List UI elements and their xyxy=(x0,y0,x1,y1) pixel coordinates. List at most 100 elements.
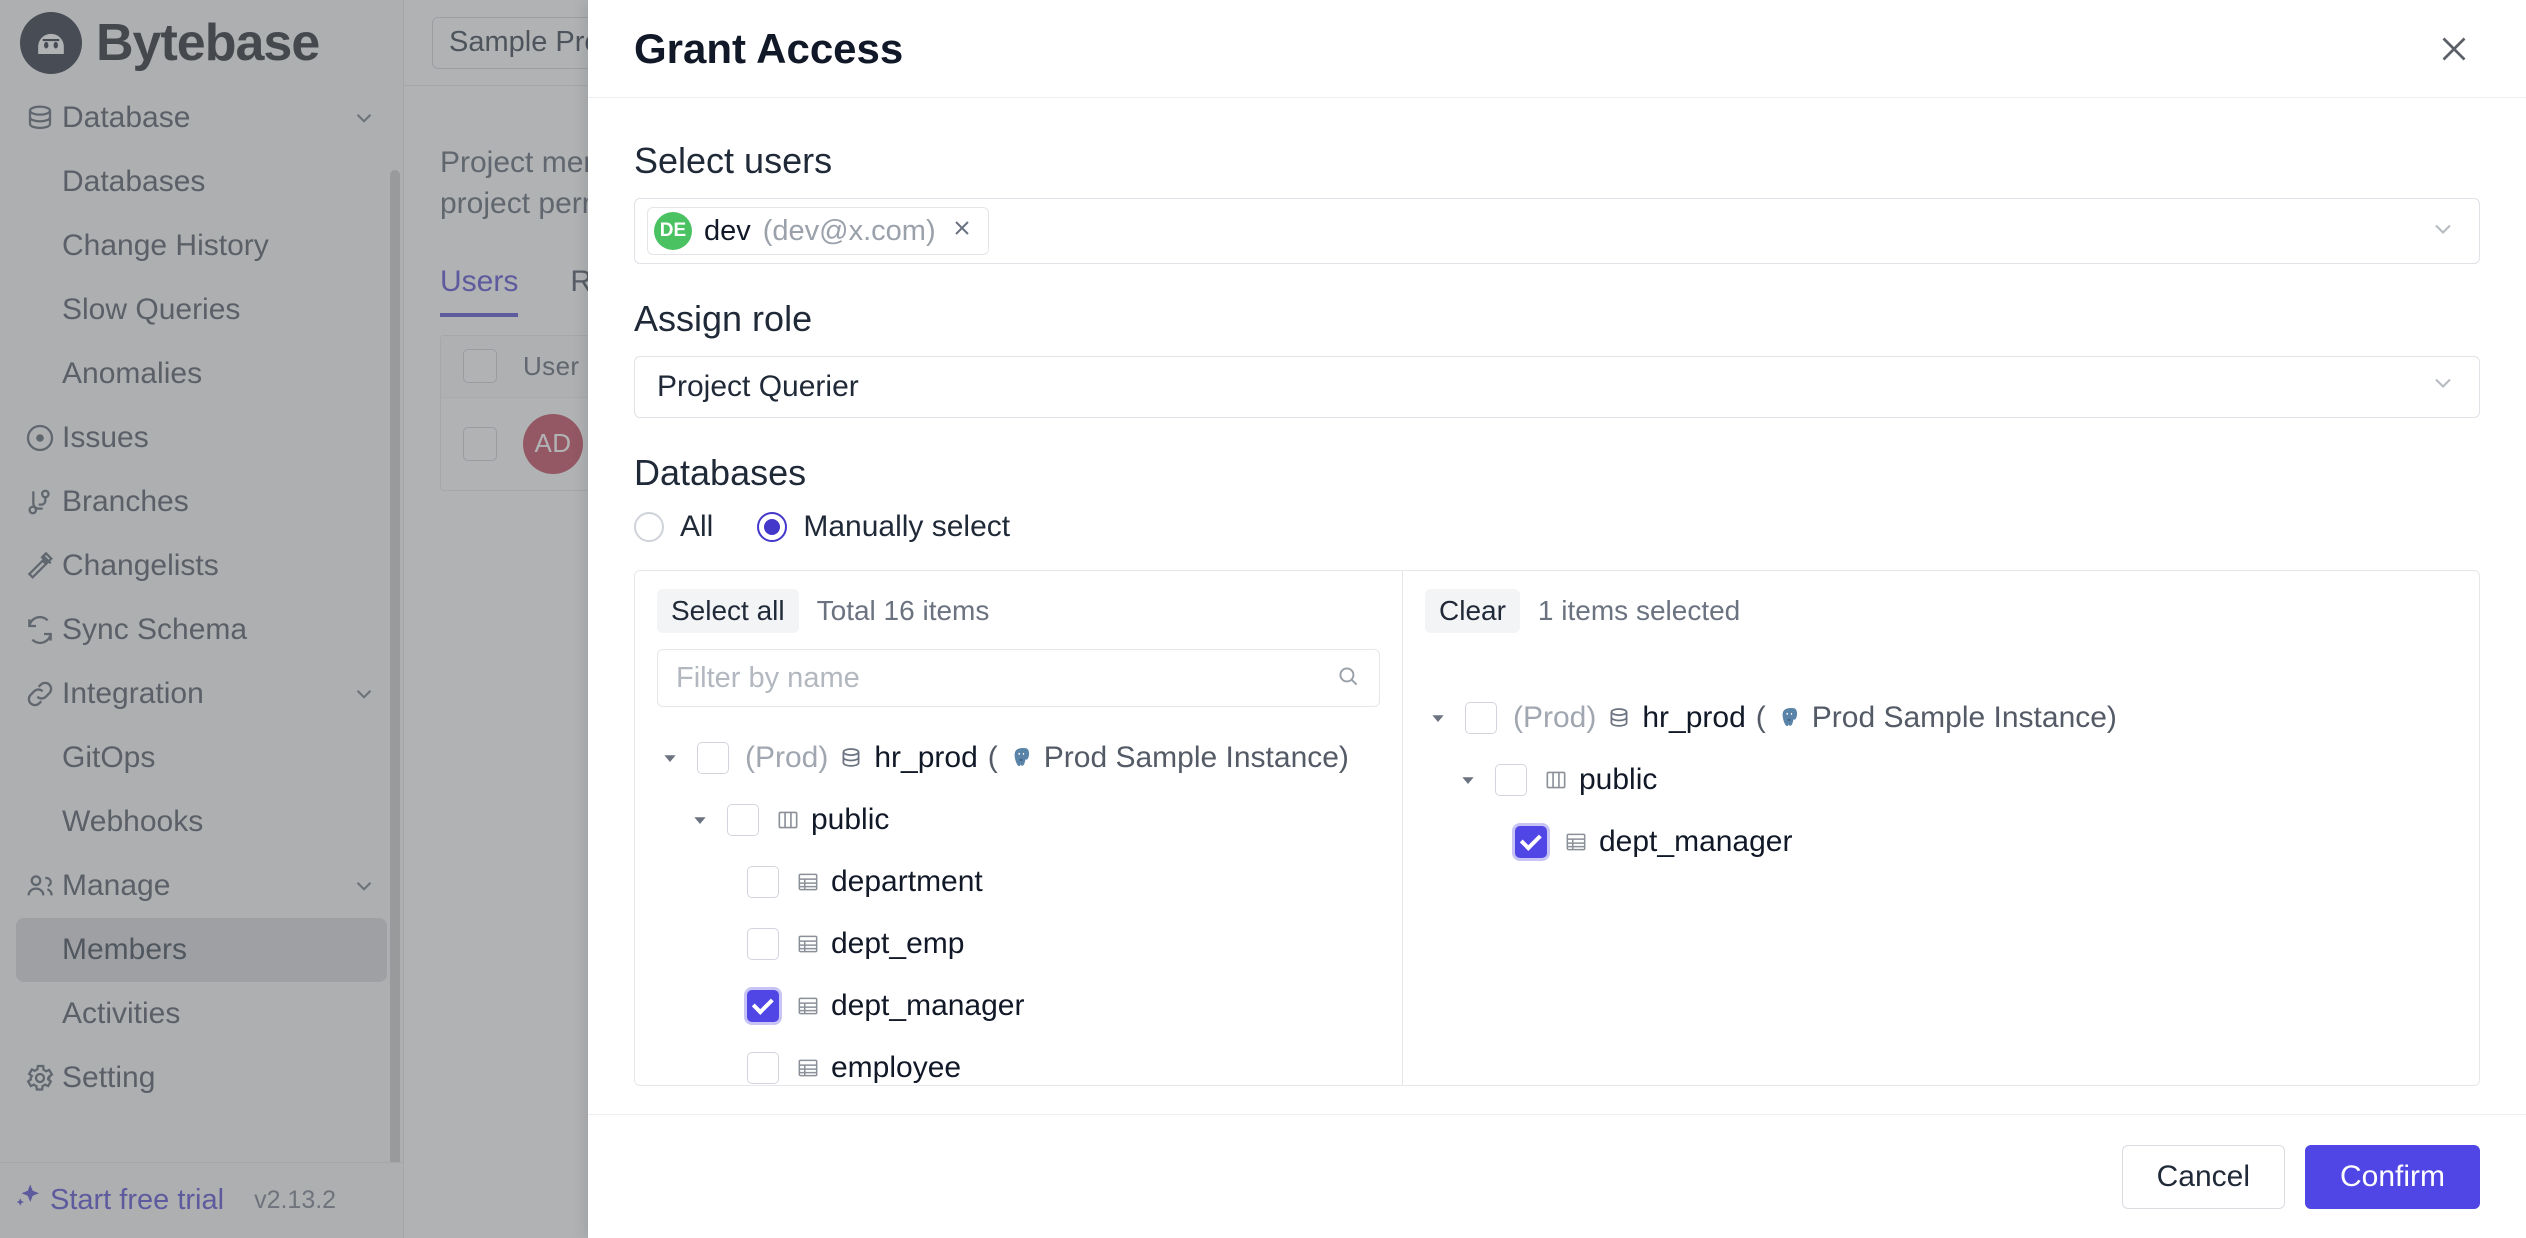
select-all-button[interactable]: Select all xyxy=(657,589,799,633)
radio-label-all: All xyxy=(680,510,713,544)
radio-option-manually-select[interactable]: Manually select xyxy=(757,510,1010,544)
environment-tag: (Prod) xyxy=(1513,701,1596,735)
tree-node-label: public xyxy=(775,803,889,837)
databases-mode-radio-group: All Manually select xyxy=(634,510,2480,544)
target-panel-header: Clear 1 items selected xyxy=(1403,571,2479,643)
tree-checkbox[interactable] xyxy=(1495,764,1527,796)
schema-name: public xyxy=(1579,763,1657,797)
selected-count: 1 items selected xyxy=(1538,595,1740,627)
tree-checkbox[interactable] xyxy=(747,928,779,960)
user-chip-name: dev xyxy=(704,215,751,248)
transfer-target-panel: Clear 1 items selected (Prod) xyxy=(1403,571,2479,1085)
caret-down-icon[interactable] xyxy=(657,749,683,767)
instance-paren-open: ( xyxy=(1756,701,1766,735)
schema-icon xyxy=(1543,767,1569,793)
tree-checkbox[interactable] xyxy=(1465,702,1497,734)
target-tree: (Prod) hr_prod ( xyxy=(1403,643,2479,1085)
table-icon xyxy=(795,993,821,1019)
tree-node-schema[interactable]: public xyxy=(635,789,1402,851)
radio-option-all[interactable]: All xyxy=(634,510,713,544)
database-icon xyxy=(1606,705,1632,731)
chevron-down-icon[interactable] xyxy=(2429,215,2457,248)
radio-label-manually-select: Manually select xyxy=(803,510,1010,544)
page-title: Grant Access xyxy=(634,25,903,73)
schema-name: public xyxy=(811,803,889,837)
tree-checkbox[interactable] xyxy=(747,866,779,898)
database-name: hr_prod xyxy=(1642,701,1745,735)
table-name: dept_emp xyxy=(831,927,964,961)
instance-paren-open: ( xyxy=(988,741,998,775)
table-icon xyxy=(795,931,821,957)
table-name: department xyxy=(831,865,983,899)
postgres-icon xyxy=(1008,745,1034,771)
environment-tag: (Prod) xyxy=(745,741,828,775)
select-users-label: Select users xyxy=(634,140,2480,182)
tree-node-table[interactable]: dept_emp xyxy=(635,913,1402,975)
tree-node-table[interactable]: department xyxy=(635,851,1402,913)
table-name: dept_manager xyxy=(831,989,1024,1023)
tree-node-label: dept_manager xyxy=(795,989,1024,1023)
tree-node-label: department xyxy=(795,865,983,899)
tree-node-table[interactable]: dept_manager xyxy=(1403,811,2479,873)
search-icon xyxy=(1335,663,1361,694)
tree-node-label: dept_manager xyxy=(1563,825,1792,859)
tree-node-label: employee xyxy=(795,1051,961,1085)
source-panel-header: Select all Total 16 items xyxy=(635,571,1402,643)
tree-node-database[interactable]: (Prod) hr_prod ( xyxy=(1403,687,2479,749)
assign-role-label: Assign role xyxy=(634,298,2480,340)
tree-node-label: (Prod) hr_prod ( xyxy=(745,741,1349,775)
drawer-body: Select users DE dev (dev@x.com) Assign r… xyxy=(588,98,2526,1114)
database-name: hr_prod xyxy=(874,741,977,775)
clear-button[interactable]: Clear xyxy=(1425,589,1520,633)
tree-node-database[interactable]: (Prod) hr_prod ( xyxy=(635,727,1402,789)
table-icon xyxy=(1563,829,1589,855)
caret-down-icon[interactable] xyxy=(1455,771,1481,789)
tree-node-label: public xyxy=(1543,763,1657,797)
caret-down-icon[interactable] xyxy=(687,811,713,829)
grant-access-drawer: Grant Access Select users DE dev (dev@x.… xyxy=(588,0,2526,1238)
table-icon xyxy=(795,1055,821,1081)
radio-dot-all xyxy=(634,512,664,542)
assign-role-value: Project Querier xyxy=(657,370,859,404)
tree-checkbox[interactable] xyxy=(697,742,729,774)
assign-role-select[interactable]: Project Querier xyxy=(634,356,2480,418)
source-tree: (Prod) hr_prod ( xyxy=(635,721,1402,1085)
table-name: dept_manager xyxy=(1599,825,1792,859)
user-chip-email: (dev@x.com) xyxy=(763,215,936,248)
chevron-down-icon xyxy=(2429,369,2457,405)
source-total-count: Total 16 items xyxy=(817,595,990,627)
instance-name: Prod Sample Instance) xyxy=(1812,701,2117,735)
close-icon[interactable] xyxy=(950,215,974,247)
select-users-input[interactable]: DE dev (dev@x.com) xyxy=(634,198,2480,264)
filter-input[interactable]: Filter by name xyxy=(657,649,1380,707)
postgres-icon xyxy=(1776,705,1802,731)
filter-input-placeholder: Filter by name xyxy=(676,662,860,695)
tree-node-label: (Prod) hr_prod ( xyxy=(1513,701,2117,735)
drawer-header: Grant Access xyxy=(588,0,2526,98)
database-transfer: Select all Total 16 items Filter by name xyxy=(634,570,2480,1086)
databases-label: Databases xyxy=(634,452,2480,494)
radio-dot-manually-select xyxy=(757,512,787,542)
filter-wrap: Filter by name xyxy=(635,643,1402,721)
tree-checkbox[interactable] xyxy=(747,1052,779,1084)
transfer-source-panel: Select all Total 16 items Filter by name xyxy=(635,571,1403,1085)
tree-checkbox[interactable] xyxy=(727,804,759,836)
table-icon xyxy=(795,869,821,895)
caret-down-icon[interactable] xyxy=(1425,709,1451,727)
tree-checkbox[interactable] xyxy=(747,990,779,1022)
tree-node-table[interactable]: dept_manager xyxy=(635,975,1402,1037)
user-chip: DE dev (dev@x.com) xyxy=(647,207,989,255)
tree-node-table[interactable]: employee xyxy=(635,1037,1402,1085)
tree-checkbox[interactable] xyxy=(1515,826,1547,858)
drawer-footer: Cancel Confirm xyxy=(588,1114,2526,1238)
database-icon xyxy=(838,745,864,771)
instance-name: Prod Sample Instance) xyxy=(1044,741,1349,775)
close-icon[interactable] xyxy=(2428,23,2480,75)
schema-icon xyxy=(775,807,801,833)
avatar: DE xyxy=(654,212,692,250)
cancel-button[interactable]: Cancel xyxy=(2122,1145,2285,1209)
table-name: employee xyxy=(831,1051,961,1085)
confirm-button[interactable]: Confirm xyxy=(2305,1145,2480,1209)
tree-node-schema[interactable]: public xyxy=(1403,749,2479,811)
tree-node-label: dept_emp xyxy=(795,927,964,961)
